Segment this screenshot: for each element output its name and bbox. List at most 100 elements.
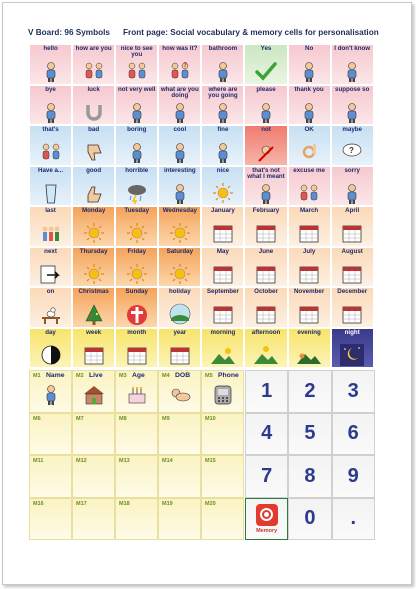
key-dot[interactable]: . (331, 497, 375, 540)
symbol-cell-january[interactable]: January (201, 206, 245, 247)
symbol-cell-october[interactable]: October (244, 287, 288, 328)
symbol-cell-boring[interactable]: boring (115, 125, 159, 166)
symbol-cell-christmas[interactable]: Christmas (72, 287, 116, 328)
memory-cell-m4[interactable]: M4 DOB (158, 370, 201, 413)
symbol-cell-month[interactable]: month (115, 327, 159, 368)
symbol-cell-no[interactable]: No (287, 44, 331, 85)
symbol-cell-cool[interactable]: cool (158, 125, 202, 166)
symbol-cell-day[interactable]: day (29, 327, 73, 368)
symbol-cell-saturday[interactable]: Saturday (158, 246, 202, 287)
symbol-cell-not-very-well[interactable]: not very well (115, 84, 159, 125)
symbol-cell-wednesday[interactable]: Wednesday (158, 206, 202, 247)
symbol-cell-nice[interactable]: nice (201, 165, 245, 206)
memory-cell-m18[interactable]: M18 (115, 497, 158, 540)
memory-cell-m13[interactable]: M13 (115, 455, 158, 498)
symbol-cell-on[interactable]: on (29, 287, 73, 328)
key-5[interactable]: 5 (288, 412, 332, 455)
key-1[interactable]: 1 (245, 370, 289, 413)
symbol-cell-last[interactable]: last (29, 206, 73, 247)
symbol-cell-next[interactable]: next (29, 246, 73, 287)
key-6[interactable]: 6 (331, 412, 375, 455)
symbol-cell-may[interactable]: May (201, 246, 245, 287)
symbol-cell-september[interactable]: September (201, 287, 245, 328)
memory-cell-m9[interactable]: M9 (158, 412, 201, 455)
memory-button[interactable]: Memory (245, 497, 289, 540)
symbol-cell-july[interactable]: July (287, 246, 331, 287)
symbol-cell-april[interactable]: April (330, 206, 374, 247)
symbol-cell-how-was-it[interactable]: how was it?? (158, 44, 202, 85)
symbol-cell-week[interactable]: week (72, 327, 116, 368)
symbol-cell-horrible[interactable]: horrible (115, 165, 159, 206)
memory-cell-number: M9 (162, 415, 170, 422)
symbol-cell-maybe[interactable]: maybe? (330, 125, 374, 166)
symbol-cell-ok[interactable]: OK (287, 125, 331, 166)
symbol-cell-good[interactable]: good (72, 165, 116, 206)
symbol-cell-february[interactable]: February (244, 206, 288, 247)
key-7[interactable]: 7 (245, 455, 289, 498)
symbol-cell-holiday[interactable]: holiday (158, 287, 202, 328)
symbol-cell-sunday[interactable]: Sunday (115, 287, 159, 328)
symbol-cell-luck[interactable]: luck (72, 84, 116, 125)
symbol-cell-bathroom[interactable]: bathroom (201, 44, 245, 85)
symbol-cell-november[interactable]: November (287, 287, 331, 328)
symbol-cell-monday[interactable]: Monday (72, 206, 116, 247)
sun-icon (211, 182, 235, 204)
symbol-cell-nice-to-see-you[interactable]: nice to see you (115, 44, 159, 85)
memory-cell-m7[interactable]: M7 (72, 412, 115, 455)
symbol-label: horrible (125, 166, 149, 174)
symbol-cell-interesting[interactable]: interesting (158, 165, 202, 206)
symbol-cell-june[interactable]: June (244, 246, 288, 287)
key-9[interactable]: 9 (331, 455, 375, 498)
symbol-cell-that-s[interactable]: that's (29, 125, 73, 166)
symbol-cell-where-are-you-going[interactable]: where are you going (201, 84, 245, 125)
symbol-cell-march[interactable]: March (287, 206, 331, 247)
symbol-cell-august[interactable]: August (330, 246, 374, 287)
symbol-cell-have-a[interactable]: Have a... (29, 165, 73, 206)
memory-cell-m10[interactable]: M10 (201, 412, 244, 455)
memory-cell-m5[interactable]: M5 Phone (201, 370, 244, 413)
symbol-cell-bad[interactable]: bad (72, 125, 116, 166)
symbol-cell-what-are-you-doing[interactable]: what are you doing (158, 84, 202, 125)
symbol-cell-suppose-so[interactable]: suppose so (330, 84, 374, 125)
symbol-cell-thank-you[interactable]: thank you (287, 84, 331, 125)
memory-cell-m17[interactable]: M17 (72, 497, 115, 540)
memory-cell-m14[interactable]: M14 (158, 455, 201, 498)
memory-cell-m15[interactable]: M15 (201, 455, 244, 498)
symbol-cell-thursday[interactable]: Thursday (72, 246, 116, 287)
symbol-cell-year[interactable]: year (158, 327, 202, 368)
symbol-cell-afternoon[interactable]: afternoon (244, 327, 288, 368)
memory-cell-m20[interactable]: M20 (201, 497, 244, 540)
memory-cell-m2[interactable]: M2 Live (72, 370, 115, 413)
symbol-cell-hello[interactable]: hello (29, 44, 73, 85)
symbol-cell-tuesday[interactable]: Tuesday (115, 206, 159, 247)
symbol-cell-december[interactable]: December (330, 287, 374, 328)
key-0[interactable]: 0 (288, 497, 332, 540)
memory-cell-m19[interactable]: M19 (158, 497, 201, 540)
symbol-cell-that-s-not-what-i-meant[interactable]: that's not what I meant (244, 165, 288, 206)
memory-cell-m6[interactable]: M6 (29, 412, 72, 455)
symbol-cell-friday[interactable]: Friday (115, 246, 159, 287)
key-3[interactable]: 3 (331, 370, 375, 413)
symbol-cell-morning[interactable]: morning (201, 327, 245, 368)
symbol-cell-i-don-t-know[interactable]: I don't know (330, 44, 374, 85)
symbol-cell-sorry[interactable]: sorry (330, 165, 374, 206)
memory-cell-m8[interactable]: M8 (115, 412, 158, 455)
symbol-cell-not[interactable]: not (244, 125, 288, 166)
symbol-cell-evening[interactable]: evening (287, 327, 331, 368)
symbol-cell-excuse-me[interactable]: excuse me (287, 165, 331, 206)
symbol-cell-fine[interactable]: fine (201, 125, 245, 166)
symbol-cell-how-are-you[interactable]: how are you (72, 44, 116, 85)
memory-cell-m12[interactable]: M12 (72, 455, 115, 498)
cool-person-icon (168, 141, 192, 163)
symbol-cell-night[interactable]: night (330, 327, 374, 368)
memory-cell-m16[interactable]: M16 (29, 497, 72, 540)
key-2[interactable]: 2 (288, 370, 332, 413)
symbol-cell-yes[interactable]: Yes (244, 44, 288, 85)
memory-cell-m3[interactable]: M3 Age (115, 370, 158, 413)
symbol-cell-bye[interactable]: bye (29, 84, 73, 125)
key-8[interactable]: 8 (288, 455, 332, 498)
key-4[interactable]: 4 (245, 412, 289, 455)
memory-cell-m1[interactable]: M1 Name (29, 370, 72, 413)
symbol-cell-please[interactable]: please (244, 84, 288, 125)
memory-cell-m11[interactable]: M11 (29, 455, 72, 498)
